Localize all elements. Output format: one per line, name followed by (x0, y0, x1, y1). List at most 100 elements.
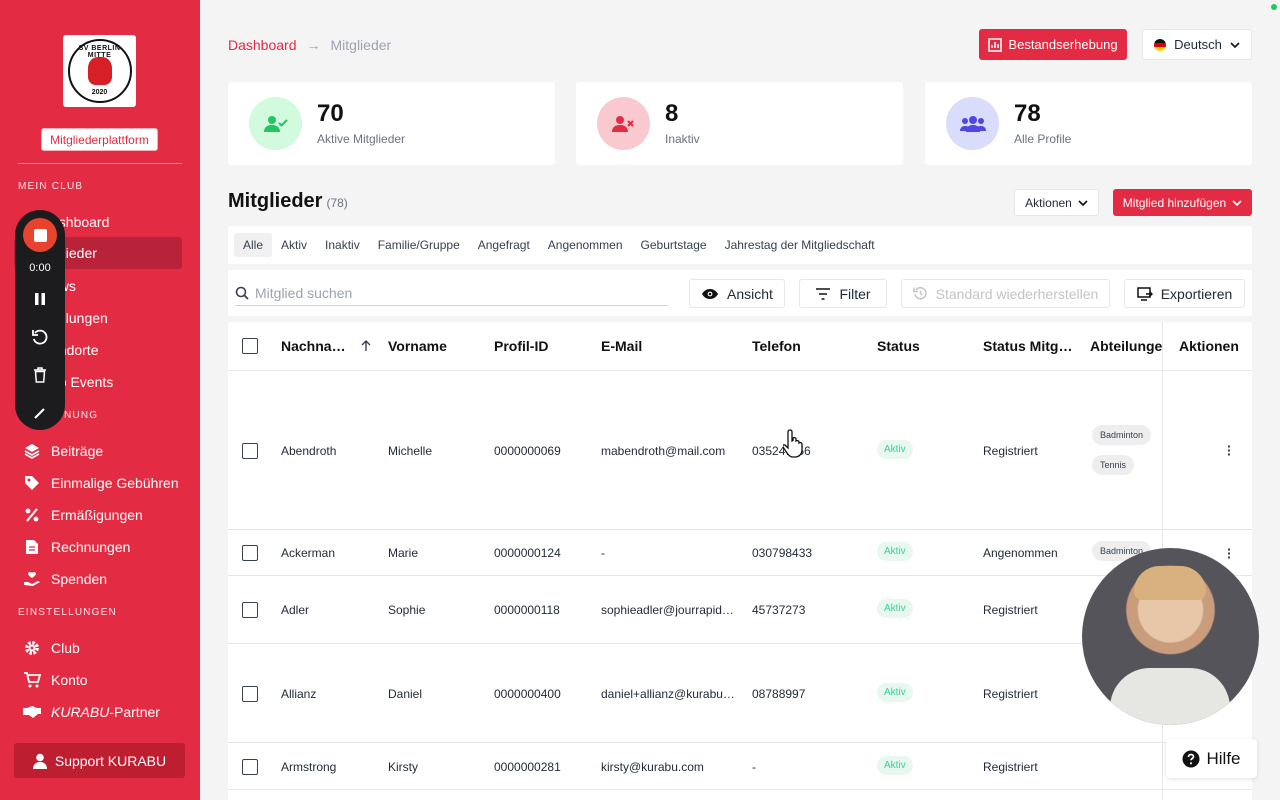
sidebar-item-one-time-fees[interactable]: Einmalige Gebühren (14, 467, 182, 499)
help-button[interactable]: Hilfe (1166, 739, 1257, 778)
partner-suffix: -Partner (109, 704, 160, 720)
draw-button[interactable] (27, 400, 53, 426)
sidebar-item-donations[interactable]: Spenden (14, 563, 182, 595)
row-checkbox[interactable] (242, 759, 258, 775)
view-button[interactable]: Ansicht (689, 279, 785, 308)
sidebar-item-label: Konto (51, 672, 88, 688)
column-header-departments[interactable]: Abteilunge (1090, 338, 1162, 354)
table-row[interactable]: Abendroth Michelle 0000000069 mabendroth… (228, 371, 1252, 530)
sidebar-item-label: Ermäßigungen (51, 507, 143, 523)
cell-firstname: Daniel (388, 687, 423, 701)
sidebar-item-account[interactable]: Konto (14, 664, 182, 696)
survey-button[interactable]: Bestandserhebung (979, 29, 1127, 60)
delete-recording-button[interactable] (27, 362, 53, 388)
user-icon (32, 753, 47, 769)
language-label: Deutsch (1174, 37, 1222, 52)
tab-active[interactable]: Aktiv (272, 233, 316, 257)
cell-lastname: Armstrong (281, 760, 337, 774)
sidebar-item-club[interactable]: Club (14, 632, 182, 664)
cell-firstname: Michelle (388, 444, 433, 458)
cell-membership-status: Registriert (983, 603, 1038, 617)
chevron-down-icon (1232, 199, 1242, 206)
column-header-profile-id[interactable]: Profil-ID (494, 338, 548, 354)
sidebar-item-partner[interactable]: KURABU-Partner (14, 696, 182, 728)
add-member-label: Mitglied hinzufügen (1122, 195, 1227, 210)
actions-dropdown-button[interactable]: Aktionen (1014, 189, 1099, 216)
tab-inactive[interactable]: Inaktiv (316, 233, 369, 257)
cell-profile-id: 0000000118 (494, 603, 560, 617)
department-chip: Badminton (1092, 425, 1152, 445)
members-table: Nachna… Vorname Profil-ID E-Mail Telefon… (228, 322, 1252, 800)
reset-defaults-button[interactable]: Standard wiederherstellen (901, 279, 1110, 308)
filter-icon (816, 287, 831, 300)
tab-all[interactable]: Alle (234, 233, 273, 257)
column-header-status[interactable]: Status (877, 338, 920, 354)
column-header-firstname[interactable]: Vorname (388, 338, 447, 354)
presenter-hair (1134, 566, 1206, 600)
gear-icon (22, 638, 42, 658)
column-header-phone[interactable]: Telefon (752, 338, 801, 354)
member-count: (78) (326, 196, 348, 210)
table-row[interactable]: Armstrong Kirsty 0000000281 kirsty@kurab… (228, 743, 1252, 790)
add-member-button[interactable]: Mitglied hinzufügen (1113, 189, 1252, 216)
column-header-membership-status[interactable]: Status Mitg… (983, 338, 1072, 354)
breadcrumb: Dashboard → Mitglieder (228, 37, 391, 53)
row-checkbox[interactable] (242, 602, 258, 618)
sidebar-item-invoices[interactable]: Rechnungen (14, 531, 182, 563)
page-title-text: Mitglieder (228, 190, 323, 212)
select-all-checkbox[interactable] (242, 338, 258, 354)
row-checkbox[interactable] (242, 545, 258, 561)
stop-recording-button[interactable] (23, 218, 57, 252)
stat-card-all: 78 Alle Profile (925, 82, 1252, 165)
inactive-members-icon (597, 97, 650, 150)
status-badge: Aktiv (877, 542, 913, 561)
table-row[interactable]: Ackerman Marie 0000000124 - 030798433 Ak… (228, 530, 1252, 576)
club-logo[interactable]: SV BERLIN MITTE 2020 (63, 35, 136, 107)
sidebar-item-discounts[interactable]: Ermäßigungen (14, 499, 182, 531)
tab-birthdays[interactable]: Geburtstage (632, 233, 716, 257)
restart-button[interactable] (27, 324, 53, 350)
table-header: Nachna… Vorname Profil-ID E-Mail Telefon… (228, 322, 1252, 371)
tab-family-group[interactable]: Familie/Gruppe (369, 233, 469, 257)
sidebar-item-label: Club (51, 640, 80, 656)
cell-email: daniel+allianz@kurabu… (601, 687, 735, 701)
cell-profile-id: 0000000069 (494, 444, 561, 458)
actions-label: Aktionen (1025, 195, 1072, 210)
language-select[interactable]: Deutsch (1142, 29, 1252, 60)
filter-button[interactable]: Filter (799, 279, 887, 308)
table-toolbar: Mitglied suchen Ansicht Filter Standard … (228, 270, 1252, 316)
breadcrumb-dashboard-link[interactable]: Dashboard (228, 37, 297, 53)
sidebar-item-fees[interactable]: Beiträge (14, 435, 182, 467)
row-checkbox[interactable] (242, 686, 258, 702)
presenter-shirt (1110, 668, 1230, 725)
sort-ascending-icon[interactable] (361, 340, 371, 352)
column-header-email[interactable]: E-Mail (601, 338, 642, 354)
export-icon (1136, 286, 1153, 301)
tab-membership-anniversary[interactable]: Jahrestag der Mitgliedschaft (716, 233, 884, 257)
support-button[interactable]: Support KURABU (14, 743, 185, 778)
tab-accepted[interactable]: Angenommen (539, 233, 632, 257)
status-badge: Aktiv (877, 756, 913, 775)
restart-icon (32, 329, 48, 345)
tab-requested[interactable]: Angefragt (469, 233, 539, 257)
export-button[interactable]: Exportieren (1124, 279, 1245, 308)
breadcrumb-current: Mitglieder (330, 37, 392, 53)
survey-label: Bestandserhebung (1008, 37, 1118, 52)
question-circle-icon (1182, 750, 1200, 767)
row-checkbox[interactable] (242, 443, 258, 459)
export-label: Exportieren (1160, 285, 1233, 302)
cell-lastname: Ackerman (281, 546, 336, 560)
stat-label: Alle Profile (1014, 132, 1072, 146)
pause-button[interactable] (27, 286, 53, 312)
status-badge: Aktiv (877, 599, 913, 618)
tag-icon (22, 473, 42, 493)
cell-membership-status: Registriert (983, 444, 1038, 458)
chevron-down-icon (1078, 199, 1088, 206)
column-header-lastname[interactable]: Nachna… (281, 338, 346, 354)
search-input[interactable]: Mitglied suchen (235, 280, 668, 306)
status-badge: Aktiv (877, 683, 913, 702)
row-menu-icon[interactable]: · · · (1227, 439, 1232, 461)
support-label: Support KURABU (54, 752, 167, 769)
cell-phone: 45737273 (752, 603, 806, 617)
row-menu-icon[interactable]: · · · (1227, 542, 1232, 564)
